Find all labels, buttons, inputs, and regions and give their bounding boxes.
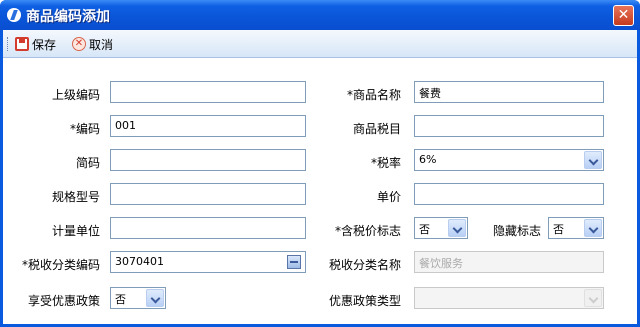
save-button[interactable]: 保存 [15, 35, 56, 53]
short-code-label: 简码 [75, 156, 100, 170]
tax-class-code-input[interactable]: 3070401 [110, 251, 306, 273]
unit-label: 计量单位 [51, 224, 100, 238]
window-title: 商品编码添加 [26, 9, 110, 25]
unit-input[interactable] [110, 217, 306, 239]
app-icon [7, 8, 21, 22]
toolbar-grip[interactable] [7, 37, 10, 51]
cancel-icon: ✕ [72, 37, 86, 51]
tax-class-name-label: 税收分类名称 [328, 258, 401, 272]
product-tax-item-label: 商品税目 [352, 122, 401, 136]
toolbar: 保存 ✕ 取消 [3, 30, 637, 58]
tax-class-name-input: 餐饮服务 [414, 251, 604, 273]
title-bar[interactable]: 商品编码添加 ✕ [0, 0, 640, 30]
product-name-label: *商品名称 [346, 88, 401, 102]
dialog-body: 保存 ✕ 取消 上级编码 *商品名称 餐费 *编码 001 商品税目 简码 *税… [3, 30, 637, 324]
chevron-down-icon [584, 289, 602, 307]
save-label: 保存 [32, 37, 57, 52]
preferential-type-select [414, 287, 604, 309]
preferential-label: 享受优惠政策 [27, 294, 100, 308]
preferential-value: 否 [115, 293, 126, 306]
tax-rate-value: 6% [419, 153, 437, 166]
parent-code-label: 上级编码 [51, 88, 100, 102]
tax-included-value: 否 [419, 223, 430, 236]
cancel-button[interactable]: ✕ 取消 [72, 35, 113, 53]
tax-included-label: *含税价标志 [334, 224, 401, 238]
tax-rate-select[interactable]: 6% [414, 149, 604, 171]
dialog-window: 商品编码添加 ✕ 保存 ✕ 取消 上级编码 *商品名称 餐费 *编码 001 商… [0, 0, 640, 327]
unit-price-input[interactable] [414, 183, 604, 205]
hidden-flag-select[interactable]: 否 [548, 217, 604, 239]
hidden-flag-value: 否 [553, 223, 564, 236]
chevron-down-icon[interactable] [584, 219, 602, 237]
tax-class-code-label: *税收分类编码 [21, 258, 100, 272]
close-button[interactable]: ✕ [613, 5, 634, 26]
unit-price-label: 单价 [376, 190, 401, 204]
tax-class-code-value: 3070401 [115, 255, 164, 268]
save-icon [15, 37, 29, 51]
short-code-input[interactable] [110, 149, 306, 171]
spec-model-label: 规格型号 [51, 190, 100, 204]
hidden-flag-label: 隐藏标志 [492, 224, 541, 238]
code-label: *编码 [69, 122, 100, 136]
product-code-form: 上级编码 *商品名称 餐费 *编码 001 商品税目 简码 *税率 6% 规格型… [3, 58, 637, 324]
parent-code-input[interactable] [110, 81, 306, 103]
product-tax-item-input[interactable] [414, 115, 604, 137]
cancel-label: 取消 [89, 37, 114, 52]
code-input[interactable]: 001 [110, 115, 306, 137]
tax-rate-label: *税率 [370, 156, 401, 170]
spec-model-input[interactable] [110, 183, 306, 205]
product-name-input[interactable]: 餐费 [414, 81, 604, 103]
chevron-down-icon[interactable] [146, 289, 164, 307]
preferential-select[interactable]: 否 [110, 287, 166, 309]
chevron-down-icon[interactable] [584, 151, 602, 169]
preferential-type-label: 优惠政策类型 [328, 294, 401, 308]
